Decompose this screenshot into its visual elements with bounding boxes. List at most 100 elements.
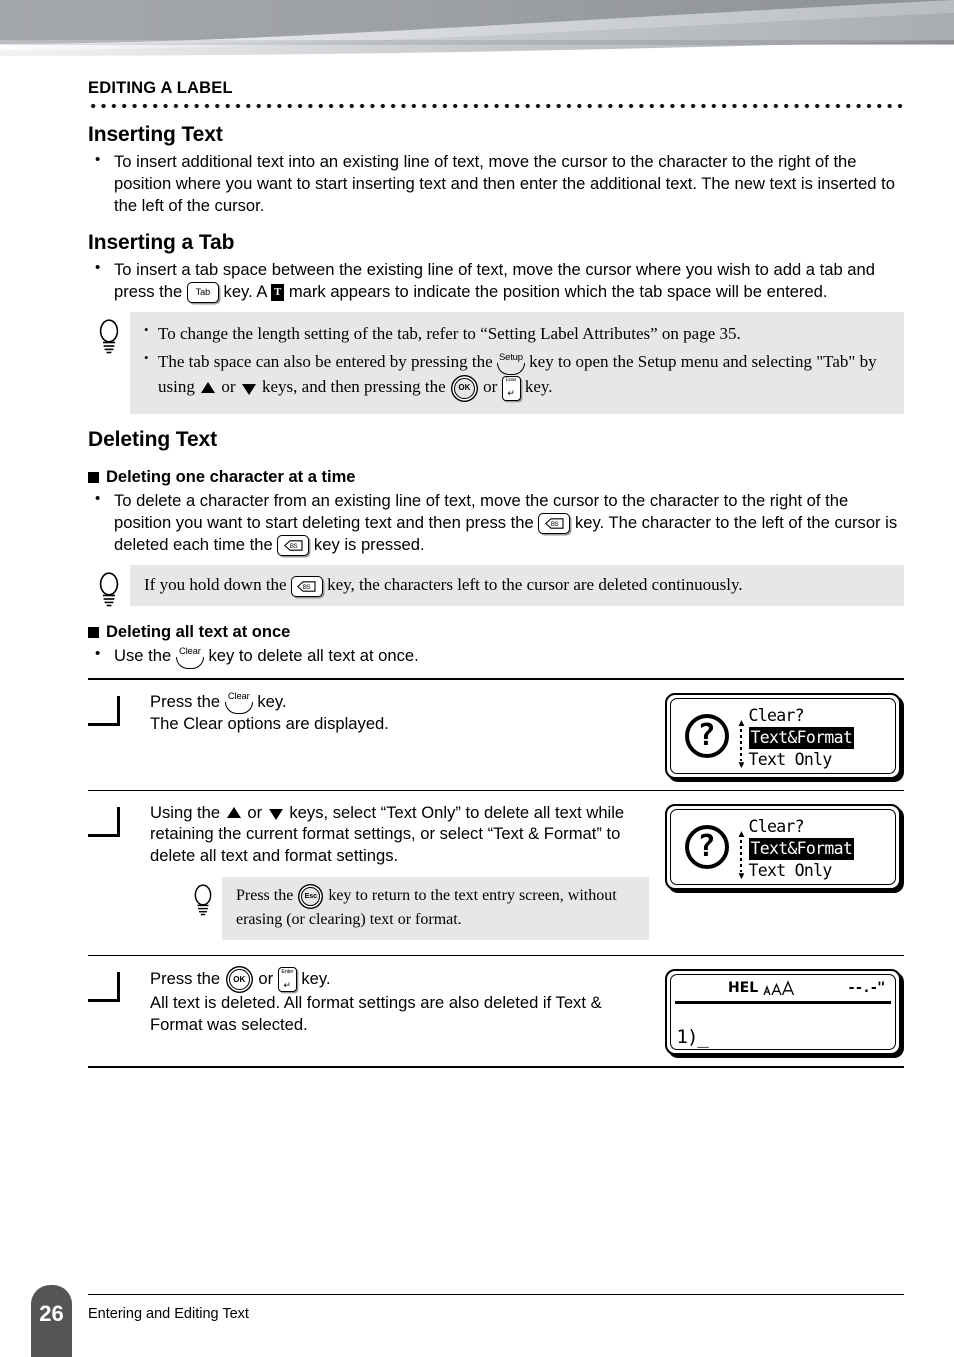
list-item: The tab space can also be entered by pre… [144,348,890,401]
step-2-line-1: Using the or keys, select “Text Only” to… [150,802,649,868]
scroll-bar-icon [740,728,743,761]
lcd-option-list: Clear? Text&Format Text Only [748,705,891,771]
inserting-tab-list: To insert a tab space between the existi… [88,258,904,304]
section-heading-deleting-text: Deleting Text [88,427,217,451]
tip-hold-text-1: If you hold down the [144,575,287,595]
backspace-key-icon: BS [538,513,571,535]
enter-key-label: Enter [281,968,294,975]
enter-return-arrow-icon: ↵ [283,979,292,990]
step-1-line-2: The Clear options are displayed. [150,713,389,733]
tip-tab-item2-a: The tab space can also be entered by pre… [158,351,493,371]
tip-hold-text-2: key, the characters left to the cursor a… [327,575,743,595]
esc-key-label: Esc [304,893,318,901]
lightbulb-icon [99,572,119,607]
step-corner-icon [88,695,120,726]
ok-key-icon: OK [453,377,475,399]
lcd-option-other: Text Only [748,860,833,880]
scroll-bar-icon [740,839,743,872]
square-bullet-icon [88,471,99,483]
step-corner-icon [88,806,120,837]
lcd-length-label: --.-" [847,980,885,997]
lcd-title: Clear? [748,705,805,725]
step-corner-icon [88,972,120,1003]
step-2-text-2: or [247,802,263,822]
inserting-tab-text-2: key. A [223,282,267,302]
step-3-screenshot: HEL --.-" 1)_ [661,967,904,1056]
list-item: To insert additional text into an existi… [88,150,904,217]
arrow-up-icon [226,806,241,818]
lightbulb-icon [194,884,212,916]
step-2-screenshot: ? ▲ ▼ Clear? Text&Format Text Only [661,802,904,890]
clear-key-label: Clear [178,646,201,658]
step-3-text-3: key. [301,969,331,989]
clear-key-dome [224,701,253,714]
enter-key-icon: Enter ↵ [501,375,521,401]
arrow-down-icon [268,808,283,820]
backspace-glyph-icon: BS [544,518,564,529]
tip-box-esc-body: Press the Esc key to return to the text … [222,877,649,941]
question-mark-icon: ? [684,824,729,869]
lcd-font-label: HEL [727,980,759,997]
lcd-cursor-icon: _ [697,1026,708,1049]
step-marker-2 [88,802,150,837]
inserting-text-list: To insert additional text into an existi… [88,150,904,217]
lcd-inner: HEL --.-" 1)_ [669,974,896,1051]
tip-esc-text-2: key to return to the text entry screen, … [236,887,617,929]
tip-esc-text-1: Press the [236,887,294,905]
page-number-badge: 26 [31,1285,72,1357]
enter-return-arrow-icon: ↵ [507,388,515,399]
tab-key-icon: Tab [186,282,219,304]
section-heading-inserting-tab: Inserting a Tab [88,231,235,255]
svg-text:BS: BS [303,584,311,591]
deleting-all-text-2: key to delete all text at once. [208,646,419,666]
clear-key-label: Clear [227,691,250,703]
page-body: EDITING A LABEL Inserting Text To insert… [0,62,954,1069]
lightbulb-icon [99,319,119,354]
tip-tab-item2-d: keys, and then pressing the [262,377,446,397]
dotted-rule [88,103,904,109]
lcd-clear-dialog: ? ▲ ▼ Clear? Text&Format Text Only [664,803,901,890]
tip-box-tab: To change the length setting of the tab,… [88,312,904,414]
list-item: To change the length setting of the tab,… [144,320,890,347]
lightbulb-icon-wrap [184,877,222,916]
inserting-tab-text-3: mark appears to indicate the position wh… [288,282,828,302]
lcd-option-other: Text Only [748,749,833,769]
footer-rule [88,1294,904,1295]
lcd-font-indicator: HEL [728,980,795,996]
setup-key-label: Setup [499,352,523,364]
tip-box-tab-body: To change the length setting of the tab,… [130,312,904,414]
steps-bottom-rule [88,1066,904,1069]
lightbulb-icon-wrap [88,312,130,354]
step-row-1: Press the Clear key. The Clear options a… [88,680,904,790]
square-bullet-icon [88,627,99,639]
inserting-text-body: To insert additional text into an existi… [114,152,895,216]
arrow-up-icon [201,381,216,393]
ok-key-label: OK [233,974,246,984]
lightbulb-icon-wrap [88,565,130,607]
lcd-scroll-indicator-icon: ▲ ▼ [737,829,747,882]
ok-key-icon: OK [228,969,250,991]
page-footer: 26 Entering and Editing Text [0,1267,954,1357]
step-3-line-1: Press the OK or Enter ↵ key. [150,967,649,993]
clear-key-icon: Clear [175,646,204,669]
footer-section-name: Entering and Editing Text [88,1306,249,1322]
tab-mark-icon: T [271,284,285,302]
backspace-glyph-icon: BS [297,581,316,592]
step-1-line-1: Press the Clear key. [150,691,649,714]
question-mark-char: ? [697,828,716,864]
lcd-text-entry: HEL --.-" 1)_ [664,969,901,1056]
esc-key-icon: Esc [301,887,321,907]
tab-mark-label: T [274,286,282,299]
step-row-3: Press the OK or Enter ↵ key. All text is… [88,956,904,1066]
subsection-label: Deleting all text at once [106,623,291,642]
section-heading-inserting-text: Inserting Text [88,123,223,146]
step-2-text-3: keys, select “Text Only” to delete all t… [150,802,625,866]
subsection-label: Deleting one character at a time [106,467,356,486]
lcd-option-selected-wrap: Text&Format [748,837,891,860]
font-size-icon [763,980,795,996]
deleting-all-list: Use the Clear key to delete all text at … [88,644,904,669]
tip-tab-item2-e: or [483,377,498,397]
enter-key-icon: Enter ↵ [277,967,297,993]
list-item: To insert a tab space between the existi… [88,258,904,304]
question-mark-icon: ? [684,713,729,758]
